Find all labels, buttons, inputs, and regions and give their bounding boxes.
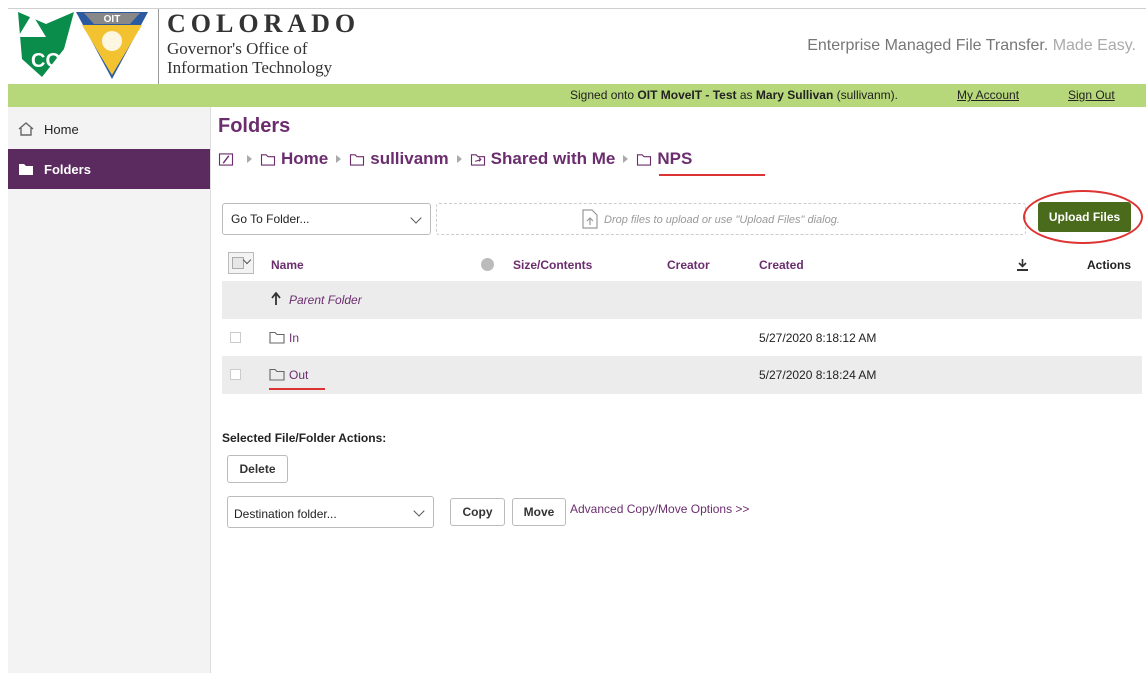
move-button[interactable]: Move	[512, 498, 566, 526]
tagline: Enterprise Managed File Transfer. Made E…	[807, 37, 1136, 55]
tagline-light: Made Easy.	[1052, 37, 1136, 54]
column-header-actions: Actions	[1087, 258, 1132, 272]
advanced-copy-move-link[interactable]: Advanced Copy/Move Options >>	[570, 502, 749, 516]
main-content: Folders Home sullivanm Shared with Me NP…	[218, 107, 1146, 673]
folder-icon	[19, 164, 33, 175]
breadcrumb-current-folder[interactable]: NPS	[657, 149, 692, 169]
my-account-link[interactable]: My Account	[957, 88, 1019, 102]
brand-line-1: Governor's Office of	[167, 39, 308, 58]
column-header-creator[interactable]: Creator	[667, 258, 710, 272]
arrow-up-icon	[271, 292, 281, 305]
folder-outline-icon	[269, 368, 285, 381]
table-header: Name Size/Contents Creator Created Actio…	[222, 246, 1142, 281]
folder-root-icon[interactable]	[218, 152, 234, 166]
breadcrumb: Home sullivanm Shared with Me NPS	[218, 147, 692, 171]
table-row[interactable]: Out 5/27/2020 8:18:24 AM	[222, 356, 1142, 394]
page-title: Folders	[218, 115, 291, 137]
chevron-down-icon	[413, 505, 425, 517]
folder-outline-icon	[350, 153, 365, 166]
file-drop-zone[interactable]: Drop files to upload or use "Upload File…	[436, 203, 1026, 235]
download-icon[interactable]	[1017, 258, 1028, 271]
created-date: 5/27/2020 8:18:24 AM	[759, 368, 877, 382]
table-row[interactable]: In 5/27/2020 8:18:12 AM	[222, 319, 1142, 357]
brand-line-2: Information Technology	[167, 58, 333, 77]
chevron-down-icon	[242, 255, 252, 265]
folder-name-link[interactable]: In	[289, 331, 299, 345]
shared-folder-icon	[470, 153, 485, 166]
logo-co-text: CO	[31, 50, 61, 72]
sidebar-item-folders[interactable]: Folders	[8, 149, 210, 189]
logo-oit-text: OIT	[104, 14, 121, 25]
signed-prefix: Signed onto	[570, 88, 635, 102]
sign-out-link[interactable]: Sign Out	[1068, 88, 1115, 102]
destination-folder-select[interactable]: Destination folder...	[227, 496, 434, 528]
created-date: 5/27/2020 8:18:12 AM	[759, 331, 877, 345]
folder-name-link[interactable]: Out	[289, 368, 308, 382]
breadcrumb-home[interactable]: Home	[281, 149, 328, 169]
column-header-created[interactable]: Created	[759, 258, 804, 272]
user-name: Mary Sullivan	[755, 88, 834, 102]
annotation-underline	[269, 388, 325, 390]
sidebar-item-label: Home	[44, 121, 79, 137]
brand-name: COLORADO	[167, 9, 361, 38]
sidebar-item-home[interactable]: Home	[8, 109, 210, 149]
brand-block: COLORADO Governor's Office of Informatio…	[158, 9, 388, 85]
row-checkbox[interactable]	[230, 369, 241, 380]
folder-outline-icon	[637, 153, 652, 166]
folder-outline-icon	[260, 153, 276, 166]
colorado-oit-logo: OIT CO	[12, 9, 150, 81]
sidebar-item-label: Folders	[44, 161, 91, 177]
annotation-underline	[659, 174, 765, 176]
copy-button[interactable]: Copy	[450, 498, 505, 526]
breadcrumb-shared-with-me[interactable]: Shared with Me	[491, 149, 616, 169]
chevron-down-icon	[410, 212, 422, 224]
parent-folder-row[interactable]: Parent Folder	[222, 281, 1142, 319]
breadcrumb-separator-icon	[456, 155, 462, 163]
breadcrumb-sullivanm[interactable]: sullivanm	[370, 149, 448, 169]
column-header-name[interactable]: Name	[271, 258, 304, 272]
signed-as: as	[739, 88, 753, 102]
site-header: OIT CO COLORADO Governor's Office of Inf…	[8, 8, 1146, 85]
select-all-dropdown[interactable]	[228, 252, 254, 274]
annotation-circle	[1023, 190, 1143, 244]
site-name: OIT MoveIT - Test	[637, 88, 737, 102]
go-to-folder-select[interactable]: Go To Folder...	[222, 203, 431, 235]
parent-folder-link[interactable]: Parent Folder	[289, 293, 362, 307]
delete-button[interactable]: Delete	[227, 455, 288, 483]
signed-in-status: Signed onto OIT MoveIT - Test as Mary Su…	[570, 88, 898, 102]
status-check-icon	[481, 258, 494, 271]
row-checkbox[interactable]	[230, 332, 241, 343]
column-header-size[interactable]: Size/Contents	[513, 258, 592, 272]
tagline-main: Enterprise Managed File Transfer.	[807, 37, 1049, 54]
go-to-folder-label: Go To Folder...	[231, 212, 310, 226]
user-id: (sullivanm).	[836, 88, 898, 102]
home-icon	[18, 122, 34, 136]
breadcrumb-separator-icon	[623, 155, 629, 163]
destination-folder-label: Destination folder...	[234, 507, 337, 521]
breadcrumb-separator-icon	[247, 155, 252, 163]
breadcrumb-separator-icon	[336, 155, 342, 163]
folder-outline-icon	[269, 331, 285, 344]
session-bar: Signed onto OIT MoveIT - Test as Mary Su…	[8, 84, 1146, 107]
upload-document-icon	[582, 209, 598, 229]
selected-actions-label: Selected File/Folder Actions:	[222, 431, 387, 445]
drop-zone-text: Drop files to upload or use "Upload File…	[604, 214, 840, 226]
sidebar: Home Folders	[8, 107, 211, 673]
